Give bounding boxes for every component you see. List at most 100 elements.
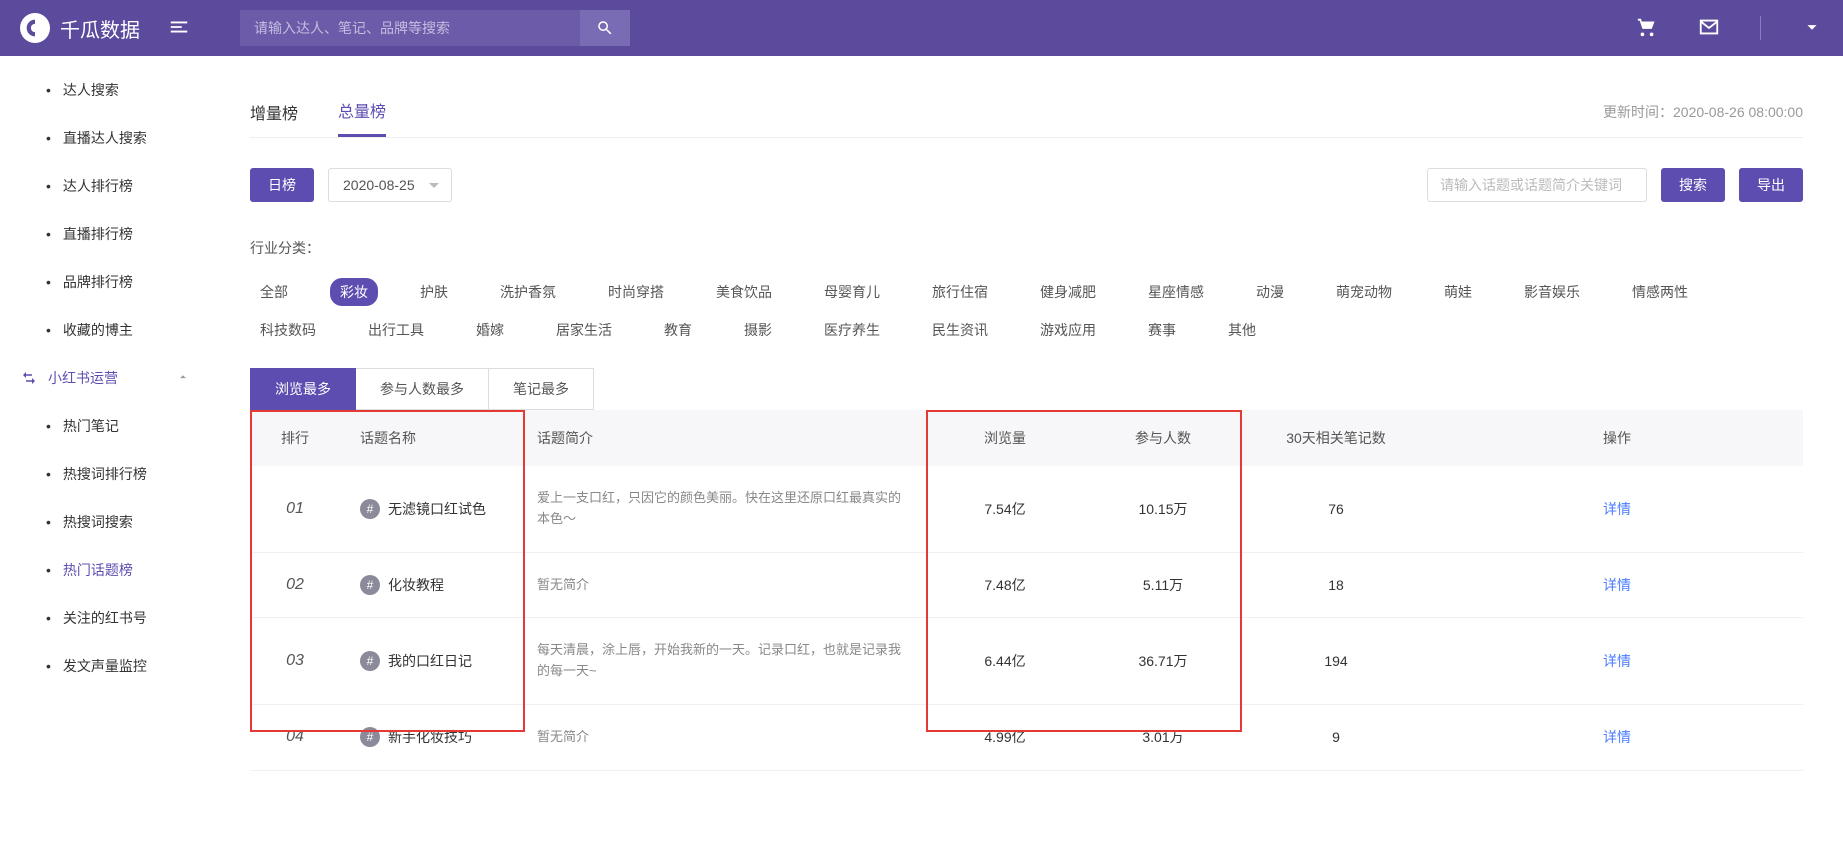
cell-name: #化妆教程 (340, 552, 525, 618)
th-desc: 话题简介 (525, 410, 925, 466)
sidebar-group-xhs[interactable]: 小红书运营 (0, 354, 210, 402)
category-item[interactable]: 教育 (654, 316, 702, 344)
chevron-down-icon[interactable] (1801, 16, 1823, 41)
category-filter: 行业分类： 全部 彩妆 护肤 洗护香氛 时尚穿搭 美食饮品 母婴育儿 旅行住宿 健身减肥 星座情感… (250, 232, 1803, 344)
cell-desc: 每天清晨，涂上唇，开始我新的一天。记录口红，也就是记录我的每一天~ (525, 618, 925, 705)
topic-search-input[interactable] (1427, 168, 1647, 202)
tab-increment[interactable]: 增量榜 (250, 88, 298, 136)
update-time-label: 更新时间： (1603, 104, 1673, 120)
sidebar-item-fav-blogger[interactable]: 收藏的博主 (0, 306, 210, 354)
logo-area: 千瓜数据 (20, 13, 140, 43)
category-item[interactable]: 医疗养生 (814, 316, 890, 344)
search-button[interactable]: 搜索 (1661, 168, 1725, 202)
category-item[interactable]: 全部 (250, 278, 298, 306)
table-row: 03#我的口红日记每天清晨，涂上唇，开始我新的一天。记录口红，也就是记录我的每一… (250, 618, 1803, 705)
main-content: 增量榜 总量榜 更新时间：2020-08-26 08:00:00 日榜 2020… (210, 56, 1843, 860)
category-item[interactable]: 出行工具 (358, 316, 434, 344)
category-item[interactable]: 星座情感 (1138, 278, 1214, 306)
category-item[interactable]: 萌娃 (1434, 278, 1482, 306)
sidebar-item-live-daren-search[interactable]: 直播达人搜索 (0, 114, 210, 162)
cell-rank: 03 (250, 618, 340, 705)
category-item[interactable]: 居家生活 (546, 316, 622, 344)
category-item[interactable]: 影音娱乐 (1514, 278, 1590, 306)
category-item[interactable]: 健身减肥 (1030, 278, 1106, 306)
sidebar: 达人搜索 直播达人搜索 达人排行榜 直播排行榜 品牌排行榜 收藏的博主 小红书运… (0, 56, 210, 860)
sort-tabs: 浏览最多参与人数最多笔记最多 (250, 368, 1803, 410)
global-search-input[interactable] (240, 10, 580, 46)
cell-views: 4.99亿 (925, 704, 1085, 770)
category-label: 行业分类： (250, 232, 320, 258)
sidebar-item-post-monitor[interactable]: 发文声量监控 (0, 642, 210, 690)
th-views: 浏览量 (925, 410, 1085, 466)
category-item[interactable]: 婚嫁 (466, 316, 514, 344)
category-item[interactable]: 摄影 (734, 316, 782, 344)
category-item[interactable]: 民生资讯 (922, 316, 998, 344)
sort-tab[interactable]: 笔记最多 (489, 368, 594, 410)
cell-rank: 01 (250, 466, 340, 552)
table-wrapper: 排行 话题名称 话题简介 浏览量 参与人数 30天相关笔记数 操作 01#无滤镜… (250, 410, 1803, 771)
th-rank: 排行 (250, 410, 340, 466)
day-rank-button[interactable]: 日榜 (250, 168, 314, 202)
sort-tab[interactable]: 浏览最多 (250, 368, 356, 410)
sidebar-item-daren-rank[interactable]: 达人排行榜 (0, 162, 210, 210)
category-item[interactable]: 动漫 (1246, 278, 1294, 306)
cell-name: #新手化妆技巧 (340, 704, 525, 770)
category-item[interactable]: 旅行住宿 (922, 278, 998, 306)
category-item[interactable]: 彩妆 (330, 278, 378, 306)
cell-desc: 暂无简介 (525, 704, 925, 770)
detail-link[interactable]: 详情 (1603, 501, 1631, 517)
hash-icon: # (360, 727, 380, 747)
sort-tab[interactable]: 参与人数最多 (356, 368, 489, 410)
hash-icon: # (360, 651, 380, 671)
th-action: 操作 (1431, 410, 1803, 466)
mail-icon[interactable] (1698, 16, 1720, 41)
menu-toggle-icon[interactable] (168, 16, 190, 41)
cell-desc: 爱上一支口红，只因它的颜色美丽。快在这里还原口红最真实的本色～ (525, 466, 925, 552)
sidebar-item-hot-notes[interactable]: 热门笔记 (0, 402, 210, 450)
hash-icon: # (360, 575, 380, 595)
category-item[interactable]: 洗护香氛 (490, 278, 566, 306)
table-row: 02#化妆教程暂无简介7.48亿5.11万18详情 (250, 552, 1803, 618)
cell-rank: 04 (250, 704, 340, 770)
cart-icon[interactable] (1636, 16, 1658, 41)
sidebar-item-hot-search-rank[interactable]: 热搜词排行榜 (0, 450, 210, 498)
header-divider (1760, 16, 1761, 40)
category-list: 全部 彩妆 护肤 洗护香氛 时尚穿搭 美食饮品 母婴育儿 旅行住宿 健身减肥 星座情感 动漫 萌宠动物… (250, 278, 1803, 344)
sidebar-item-hot-topic-rank[interactable]: 热门话题榜 (0, 546, 210, 594)
category-item[interactable]: 时尚穿搭 (598, 278, 674, 306)
sidebar-item-hot-search[interactable]: 热搜词搜索 (0, 498, 210, 546)
brand-name: 千瓜数据 (60, 14, 140, 43)
global-search-button[interactable] (580, 10, 630, 46)
category-item[interactable]: 萌宠动物 (1326, 278, 1402, 306)
cell-name: #我的口红日记 (340, 618, 525, 705)
detail-link[interactable]: 详情 (1603, 653, 1631, 669)
export-button[interactable]: 导出 (1739, 168, 1803, 202)
category-item[interactable]: 赛事 (1138, 316, 1186, 344)
sidebar-item-followed-xhs[interactable]: 关注的红书号 (0, 594, 210, 642)
header-right (1636, 16, 1823, 41)
cell-views: 6.44亿 (925, 618, 1085, 705)
category-item[interactable]: 母婴育儿 (814, 278, 890, 306)
tab-total[interactable]: 总量榜 (338, 86, 386, 137)
detail-link[interactable]: 详情 (1603, 577, 1631, 593)
sidebar-item-brand-rank[interactable]: 品牌排行榜 (0, 258, 210, 306)
cell-participants: 10.15万 (1085, 466, 1241, 552)
sidebar-item-daren-search[interactable]: 达人搜索 (0, 66, 210, 114)
cell-desc: 暂无简介 (525, 552, 925, 618)
cell-name: #无滤镜口红试色 (340, 466, 525, 552)
cell-action: 详情 (1431, 618, 1803, 705)
category-item[interactable]: 科技数码 (250, 316, 326, 344)
category-item[interactable]: 护肤 (410, 278, 458, 306)
category-item[interactable]: 情感两性 (1622, 278, 1698, 306)
category-item[interactable]: 美食饮品 (706, 278, 782, 306)
cell-views: 7.54亿 (925, 466, 1085, 552)
sidebar-item-live-rank[interactable]: 直播排行榜 (0, 210, 210, 258)
category-item[interactable]: 游戏应用 (1030, 316, 1106, 344)
cell-participants: 36.71万 (1085, 618, 1241, 705)
category-item[interactable]: 其他 (1218, 316, 1266, 344)
cell-action: 详情 (1431, 704, 1803, 770)
top-header: 千瓜数据 (0, 0, 1843, 56)
date-select[interactable]: 2020-08-25 (328, 168, 452, 202)
detail-link[interactable]: 详情 (1603, 729, 1631, 745)
cell-rank: 02 (250, 552, 340, 618)
